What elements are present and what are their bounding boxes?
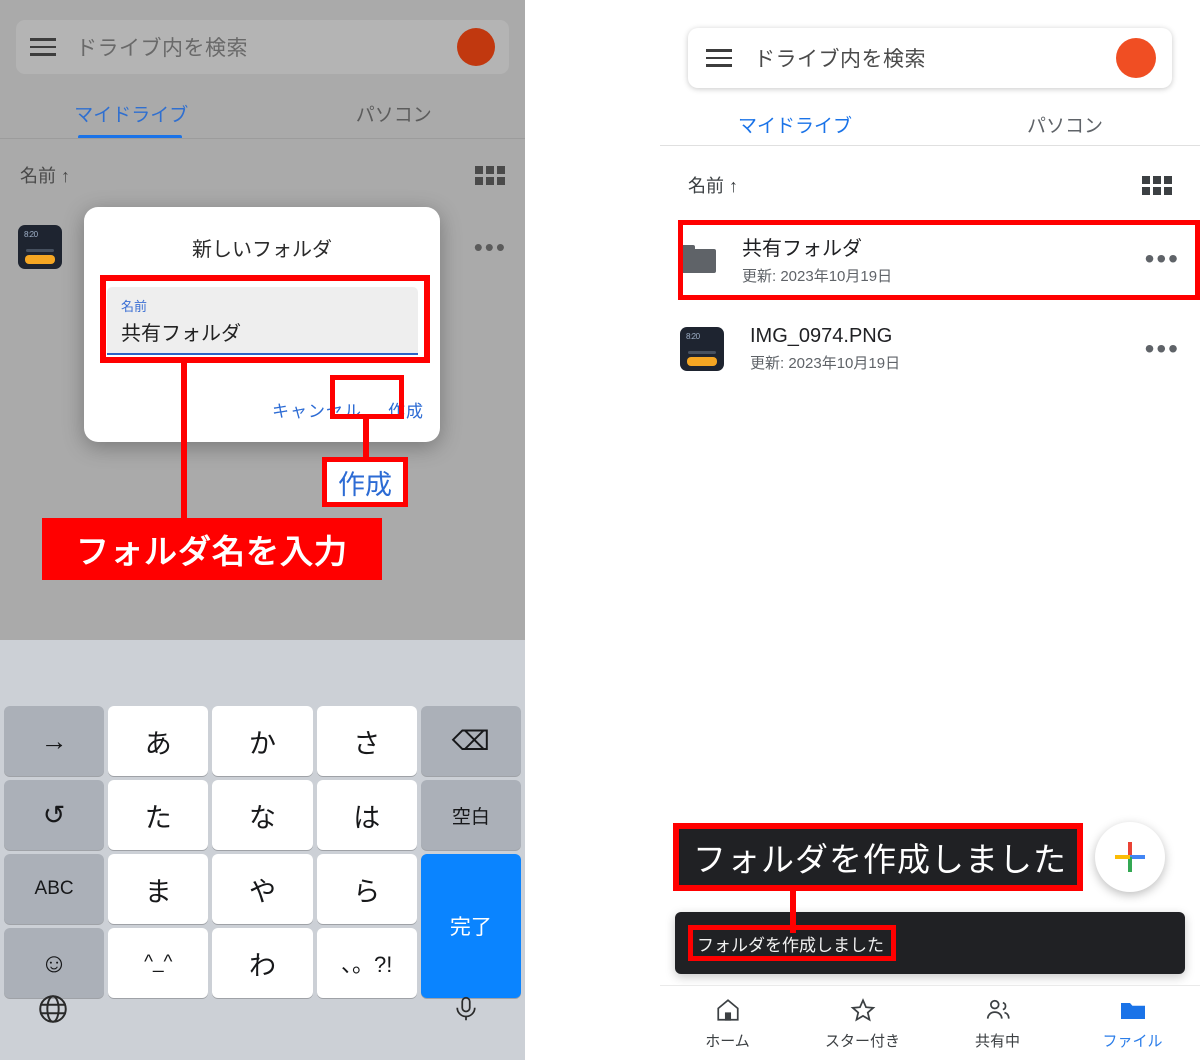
avatar[interactable] (457, 28, 495, 66)
hamburger-menu-icon[interactable] (706, 49, 732, 67)
key-9[interactable]: 空白 (420, 780, 521, 850)
tab-computers[interactable]: パソコン (930, 100, 1200, 148)
grid-view-icon[interactable] (475, 165, 505, 185)
key-10[interactable]: ABC (4, 854, 105, 924)
tabs-right: マイドライブ パソコン (660, 100, 1200, 148)
annotation-box-toast (688, 925, 896, 961)
tab-computers[interactable]: パソコン (263, 88, 526, 138)
key-6[interactable]: た (108, 780, 209, 850)
panel-separator (525, 0, 1174, 1060)
key-14[interactable]: 完了 (420, 854, 521, 998)
divider (660, 145, 1200, 146)
right-phone-screen: ドライブ内を検索 マイドライブ パソコン 名前 ↑ 共有フォルダ 更新: 202… (660, 0, 1200, 1060)
nav-label: ファイル (1102, 1032, 1163, 1050)
star-icon (850, 996, 876, 1024)
search-input[interactable]: ドライブ内を検索 (754, 43, 926, 73)
add-new-button[interactable] (1095, 822, 1165, 892)
tab-my-drive[interactable]: マイドライブ (0, 88, 263, 138)
key-11[interactable]: ま (108, 854, 209, 924)
keyboard-bottom-row (0, 984, 525, 1054)
divider (0, 138, 525, 139)
annotation-box-name-field (100, 275, 430, 363)
google-plus-add-icon (1115, 842, 1145, 872)
key-3[interactable]: さ (316, 706, 417, 776)
keyboard-suggestion-bar (0, 640, 525, 702)
key-7[interactable]: な (212, 780, 313, 850)
people-shared-icon (984, 996, 1012, 1024)
folder-filled-icon (1119, 996, 1147, 1024)
home-icon (715, 996, 741, 1024)
nav-item-starred[interactable]: スター付き (803, 996, 923, 1051)
grid-view-icon[interactable] (1142, 175, 1172, 195)
key-8[interactable]: は (316, 780, 417, 850)
key-1[interactable]: あ (108, 706, 209, 776)
dialog-title: 新しいフォルダ (192, 239, 332, 261)
japanese-keyboard: → あかさ ⌫ ↺ たなは空白 ABC まやら完了 ☺ ^_^ わ、。?! (0, 640, 525, 1060)
sort-row-right: 名前 ↑ (660, 165, 1200, 205)
nav-label: ホーム (705, 1032, 750, 1050)
globe-language-icon[interactable] (36, 992, 70, 1031)
more-options-icon[interactable]: ••• (474, 234, 507, 260)
search-bar-left[interactable]: ドライブ内を検索 (16, 20, 509, 74)
annotation-box-create-button (330, 375, 404, 419)
annotation-callout-create: 作成 (322, 457, 408, 507)
nav-item-home[interactable]: ホーム (668, 996, 788, 1051)
tab-my-drive[interactable]: マイドライブ (660, 100, 930, 148)
key-4[interactable]: ⌫ (420, 706, 521, 776)
annotation-callout-toast: フォルダを作成しました (673, 823, 1083, 891)
search-bar-right[interactable]: ドライブ内を検索 (688, 28, 1172, 88)
search-input[interactable]: ドライブ内を検索 (76, 32, 248, 62)
sort-label[interactable]: 名前 ↑ (688, 172, 738, 198)
nav-label: 共有中 (974, 1032, 1020, 1050)
annotation-leader-line-input (181, 363, 187, 518)
key-12[interactable]: や (212, 854, 313, 924)
annotation-box-new-folder-row (678, 220, 1200, 300)
table-row[interactable]: 8:20 IMG_0974.PNG 更新: 2023年10月19日 ••• (660, 315, 1200, 383)
tabs-left: マイドライブ パソコン (0, 88, 525, 138)
file-name: IMG_0974.PNG (750, 325, 893, 347)
nav-label: スター付き (824, 1032, 900, 1050)
file-subtitle: 更新: 2023年10月19日 (750, 355, 901, 372)
image-thumbnail: 8:20 (18, 225, 62, 269)
microphone-icon[interactable] (451, 992, 481, 1031)
image-thumbnail: 8:20 (680, 327, 724, 371)
key-0[interactable]: → (4, 706, 105, 776)
sort-label[interactable]: 名前 ↑ (20, 162, 70, 188)
key-2[interactable]: か (212, 706, 313, 776)
sort-row-left: 名前 ↑ (0, 155, 525, 195)
hamburger-menu-icon[interactable] (30, 38, 56, 56)
left-phone-screen: ドライブ内を検索 マイドライブ パソコン 名前 ↑ 8:20 ••• 新しいフォ… (0, 0, 525, 1060)
key-13[interactable]: ら (316, 854, 417, 924)
nav-item-files[interactable]: ファイル (1073, 996, 1193, 1051)
key-5[interactable]: ↺ (4, 780, 105, 850)
nav-item-shared[interactable]: 共有中 (938, 996, 1058, 1051)
avatar[interactable] (1116, 38, 1156, 78)
screenshot-root: ドライブ内を検索 マイドライブ パソコン 名前 ↑ 8:20 ••• 新しいフォ… (0, 0, 1200, 1060)
annotation-callout-input-folder-name: フォルダ名を入力 (42, 518, 382, 580)
keyboard-keys: → あかさ ⌫ ↺ たなは空白 ABC まやら完了 ☺ ^_^ わ、。?! (4, 706, 521, 998)
annotation-leader-line-create (363, 419, 369, 457)
more-options-icon[interactable]: ••• (1145, 335, 1180, 363)
bottom-navigation: ホーム スター付き 共有中 ファイル (660, 985, 1200, 1060)
file-meta: IMG_0974.PNG 更新: 2023年10月19日 (750, 325, 900, 373)
